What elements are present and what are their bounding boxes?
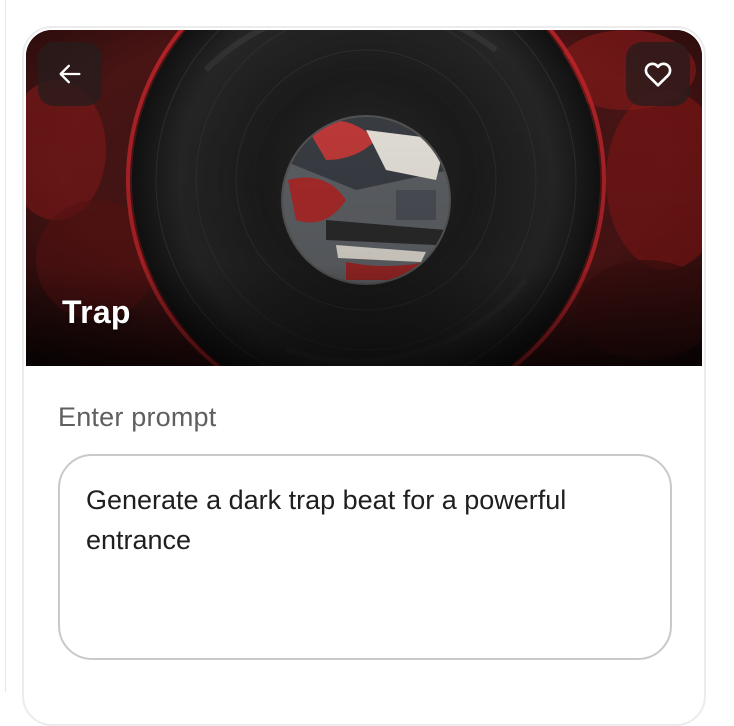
favorite-button[interactable] xyxy=(626,42,690,106)
hero-banner: Trap xyxy=(26,30,702,366)
heart-outline-icon xyxy=(644,62,672,87)
prompt-textarea[interactable]: Generate a dark trap beat for a powerful… xyxy=(58,454,672,660)
arrow-left-icon xyxy=(59,64,81,84)
prompt-label: Enter prompt xyxy=(58,402,217,432)
prompt-text: Generate a dark trap beat for a powerful… xyxy=(86,485,567,555)
genre-title: Trap xyxy=(62,294,131,330)
page-edge xyxy=(5,0,6,692)
genre-card: Trap Enter prompt Generate a dark trap b… xyxy=(22,26,706,726)
back-button[interactable] xyxy=(38,42,102,106)
